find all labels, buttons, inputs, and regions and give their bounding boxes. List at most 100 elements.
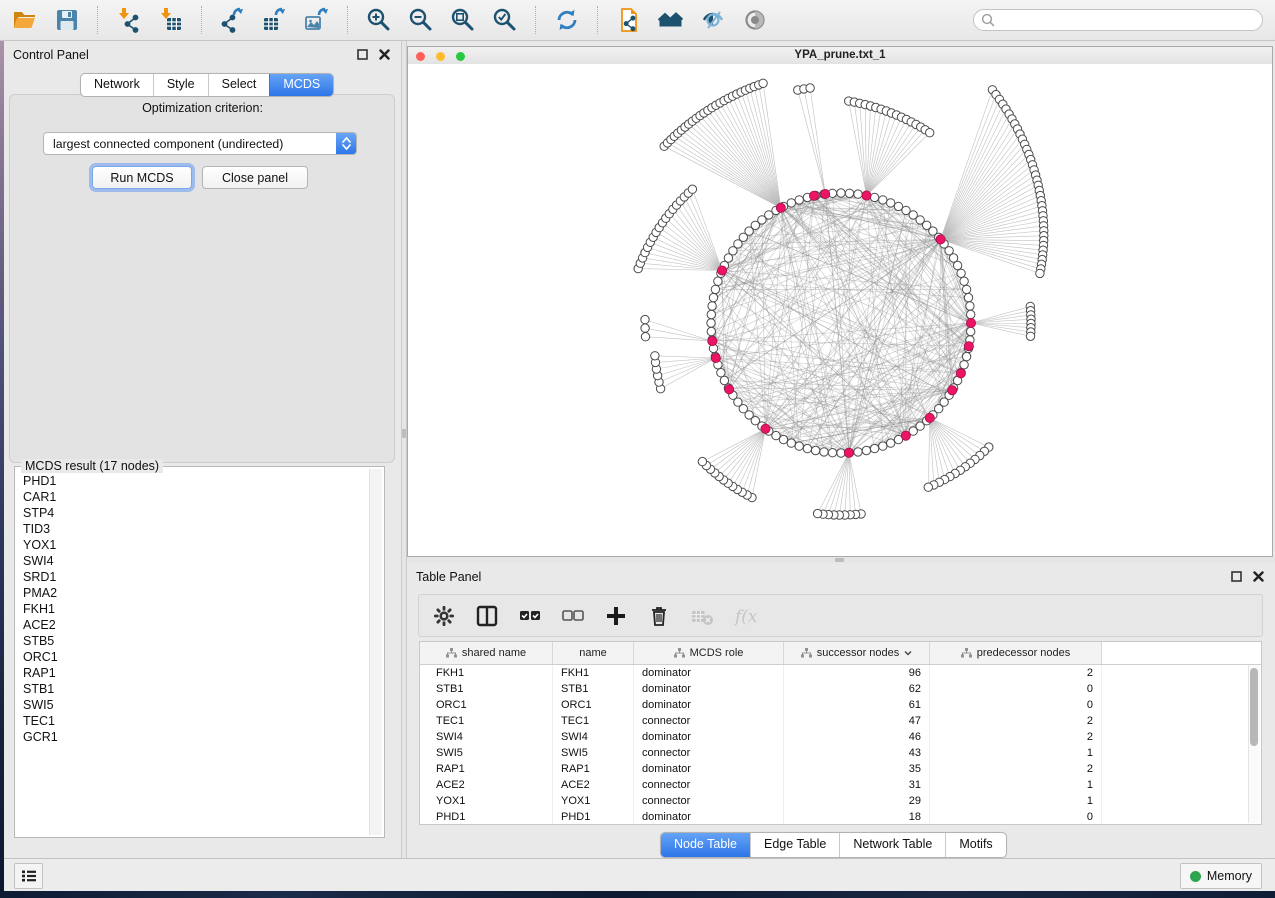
cell-successor-nodes: 62 [784, 681, 930, 697]
cell-predecessor-nodes: 1 [930, 793, 1102, 809]
export-network-icon[interactable] [218, 5, 248, 35]
float-panel-icon[interactable] [356, 48, 369, 61]
mcds-result-item[interactable]: STB5 [17, 633, 369, 649]
table-scrollbar[interactable] [1248, 665, 1260, 823]
close-panel-button[interactable]: Close panel [202, 166, 308, 189]
toolbar-separator [201, 6, 203, 34]
table-toolbar: f(x) [418, 594, 1263, 637]
table-row[interactable]: ORC1ORC1dominator610 [420, 697, 1261, 713]
toolbar-separator [347, 6, 349, 34]
tab-select[interactable]: Select [208, 74, 270, 96]
hide-graphics-details-icon[interactable] [698, 5, 728, 35]
export-network-file-icon[interactable] [614, 5, 644, 35]
zoom-in-icon[interactable] [364, 5, 394, 35]
mcds-result-item[interactable]: FKH1 [17, 601, 369, 617]
close-table-panel-icon[interactable] [1252, 570, 1265, 583]
column-header-filler [1102, 642, 1261, 664]
refresh-icon[interactable] [552, 5, 582, 35]
zoom-selected-icon[interactable] [490, 5, 520, 35]
cell-mcds-role: dominator [634, 809, 784, 825]
memory-label: Memory [1207, 869, 1252, 883]
show-panels-list-button[interactable] [14, 863, 43, 889]
column-header-successor-nodes[interactable]: successor nodes [784, 642, 930, 664]
close-panel-icon[interactable] [378, 48, 391, 61]
network-canvas[interactable] [408, 64, 1272, 556]
memory-button[interactable]: Memory [1180, 863, 1262, 889]
table-row[interactable]: SWI5SWI5connector431 [420, 745, 1261, 761]
tab-style[interactable]: Style [153, 74, 208, 96]
cell-successor-nodes: 61 [784, 697, 930, 713]
cell-predecessor-nodes: 1 [930, 777, 1102, 793]
mcds-result-item[interactable]: STP4 [17, 505, 369, 521]
mcds-result-item[interactable]: ACE2 [17, 617, 369, 633]
table-row[interactable]: FKH1FKH1dominator962 [420, 665, 1261, 681]
criterion-select[interactable]: largest connected component (undirected) [43, 132, 357, 155]
mcds-result-item[interactable]: YOX1 [17, 537, 369, 553]
import-network-icon[interactable] [114, 5, 144, 35]
split-columns-icon[interactable] [474, 603, 500, 629]
cell-successor-nodes: 31 [784, 777, 930, 793]
zoom-fit-icon[interactable] [448, 5, 478, 35]
cell-predecessor-nodes: 2 [930, 665, 1102, 681]
mcds-result-item[interactable]: PHD1 [17, 473, 369, 489]
cell-shared-name: FKH1 [420, 665, 553, 681]
zoom-out-icon[interactable] [406, 5, 436, 35]
delete-table-icon [689, 603, 715, 629]
float-table-panel-icon[interactable] [1230, 570, 1243, 583]
cell-mcds-role: dominator [634, 665, 784, 681]
mcds-result-item[interactable]: CAR1 [17, 489, 369, 505]
cell-mcds-role: connector [634, 793, 784, 809]
table-row[interactable]: RAP1RAP1dominator352 [420, 761, 1261, 777]
cell-name: SWI5 [553, 745, 634, 761]
mcds-result-item[interactable]: SWI5 [17, 697, 369, 713]
delete-row-icon[interactable] [646, 603, 672, 629]
column-header-mcds-role[interactable]: MCDS role [634, 642, 784, 664]
mcds-result-item[interactable]: STB1 [17, 681, 369, 697]
import-table-icon[interactable] [156, 5, 186, 35]
cell-filler [1102, 729, 1261, 745]
table-row[interactable]: TEC1TEC1connector472 [420, 713, 1261, 729]
cell-mcds-role: dominator [634, 697, 784, 713]
column-header-name[interactable]: name [553, 642, 634, 664]
table-row[interactable]: STB1STB1dominator620 [420, 681, 1261, 697]
export-table-icon[interactable] [260, 5, 290, 35]
table-row[interactable]: PHD1PHD1dominator180 [420, 809, 1261, 825]
mcds-result-item[interactable]: TID3 [17, 521, 369, 537]
mcds-result-item[interactable]: SWI4 [17, 553, 369, 569]
cell-filler [1102, 713, 1261, 729]
mcds-result-item[interactable]: GCR1 [17, 729, 369, 745]
save-icon[interactable] [52, 5, 82, 35]
table-scrollbar-thumb[interactable] [1250, 668, 1258, 746]
tab-network[interactable]: Network [81, 74, 153, 96]
table-row[interactable]: SWI4SWI4dominator462 [420, 729, 1261, 745]
tab-mcds[interactable]: MCDS [269, 74, 333, 96]
control-panel-titlebar: Control Panel [4, 41, 401, 67]
mcds-result-list[interactable]: PHD1CAR1STP4TID3YOX1SWI4SRD1PMA2FKH1ACE2… [17, 473, 369, 835]
run-mcds-button[interactable]: Run MCDS [92, 166, 192, 189]
deselect-all-icon[interactable] [560, 603, 586, 629]
open-file-icon[interactable] [10, 5, 40, 35]
mcds-result-item[interactable]: RAP1 [17, 665, 369, 681]
mcds-result-scrollbar[interactable] [369, 469, 382, 835]
control-panel: Control Panel NetworkStyleSelectMCDS Opt… [4, 41, 401, 858]
mcds-result-item[interactable]: SRD1 [17, 569, 369, 585]
cell-successor-nodes: 43 [784, 745, 930, 761]
settings-icon[interactable] [431, 603, 457, 629]
export-image-icon[interactable] [302, 5, 332, 35]
column-header-predecessor-nodes[interactable]: predecessor nodes [930, 642, 1102, 664]
network-overview-icon[interactable] [656, 5, 686, 35]
show-graphics-details-icon[interactable] [740, 5, 770, 35]
tab-edge-table[interactable]: Edge Table [750, 833, 839, 857]
search-input[interactable] [973, 9, 1263, 31]
select-all-icon[interactable] [517, 603, 543, 629]
table-row[interactable]: ACE2ACE2connector311 [420, 777, 1261, 793]
tab-network-table[interactable]: Network Table [839, 833, 945, 857]
mcds-result-item[interactable]: ORC1 [17, 649, 369, 665]
tab-motifs[interactable]: Motifs [945, 833, 1005, 857]
add-row-icon[interactable] [603, 603, 629, 629]
mcds-result-item[interactable]: PMA2 [17, 585, 369, 601]
mcds-result-item[interactable]: TEC1 [17, 713, 369, 729]
table-row[interactable]: YOX1YOX1connector291 [420, 793, 1261, 809]
tab-node-table[interactable]: Node Table [661, 833, 750, 857]
column-header-shared-name[interactable]: shared name [420, 642, 553, 664]
